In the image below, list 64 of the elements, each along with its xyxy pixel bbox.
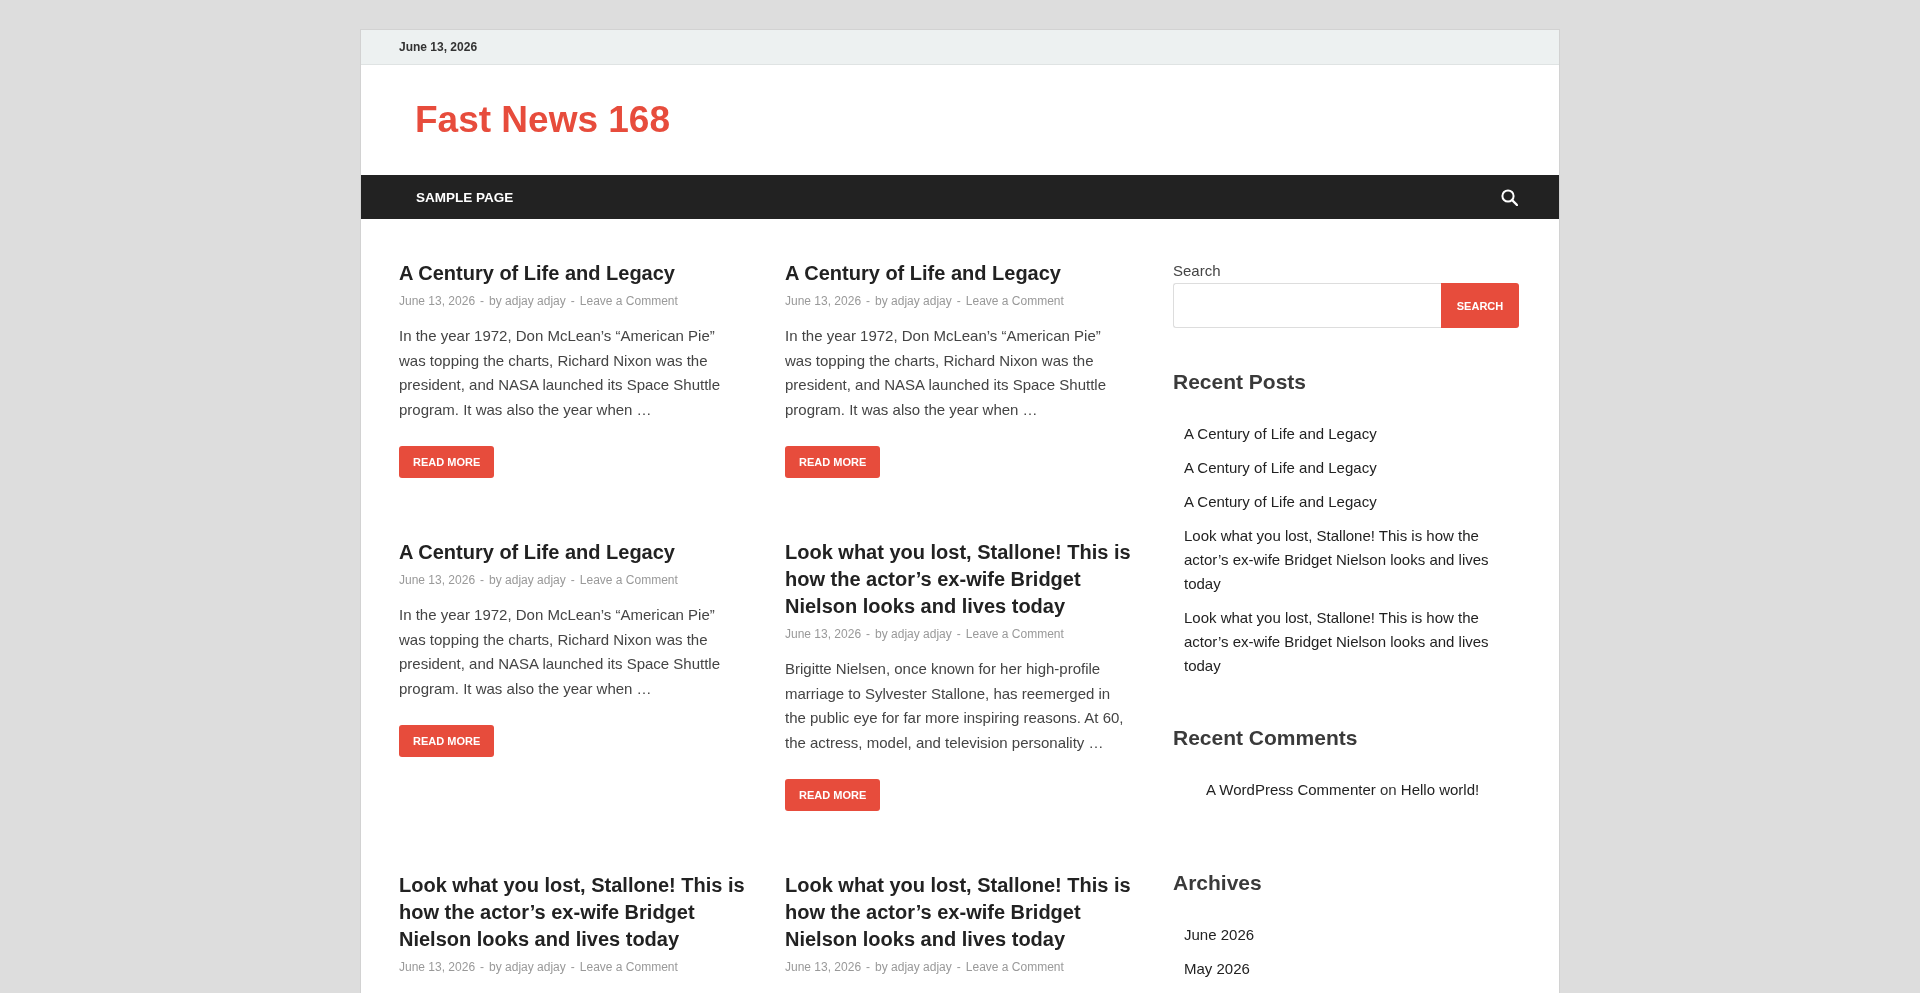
read-more-button[interactable]: READ MORE (399, 446, 495, 478)
recent-post-link[interactable]: A Century of Life and Legacy (1184, 490, 1519, 514)
post-excerpt: In the year 1972, Don McLean’s “American Pie” was topping the charts, Richard Nixon was the president, and NASA launched its Space Shuttle program. It was also the year when … (785, 326, 1108, 420)
post-author-link[interactable]: by adjay adjay (489, 960, 566, 974)
meta-separator: - (956, 627, 961, 641)
archive-link[interactable]: June 2026 (1184, 923, 1519, 947)
meta-separator: - (866, 294, 871, 308)
meta-separator: - (570, 573, 575, 587)
post-title-link[interactable]: A Century of Life and Legacy (399, 539, 675, 566)
comments-link[interactable]: Leave a Comment (965, 627, 1064, 641)
post-excerpt: Brigitte Nielsen, once known for her high-profile marriage to Sylvester Stallone, has reemerged in the public eye for far more inspiring reasons. At 60, the actress, model, and television personality … (785, 659, 1125, 753)
meta-separator: - (956, 960, 961, 974)
read-more-button[interactable]: READ MORE (399, 725, 495, 757)
site-title-link[interactable]: Fast News 168 (415, 98, 671, 142)
meta-separator: - (480, 294, 485, 308)
meta-separator: - (480, 573, 485, 587)
post-author-link[interactable]: by adjay adjay (489, 294, 566, 308)
comments-link[interactable]: Leave a Comment (965, 960, 1064, 974)
post-author-link[interactable]: by adjay adjay (875, 627, 952, 641)
widget-heading: Archives (1173, 870, 1263, 896)
archive-link[interactable]: May 2026 (1184, 957, 1519, 981)
comments-link[interactable]: Leave a Comment (579, 573, 678, 587)
post-date-link[interactable]: June 13, 2026 (785, 960, 862, 974)
post-date-link[interactable]: June 13, 2026 (785, 294, 862, 308)
top-bar-date: June 13, 2026 (399, 40, 478, 54)
nav-menu-link[interactable]: SAMPLE PAGE (416, 190, 514, 205)
comments-link[interactable]: Leave a Comment (579, 294, 678, 308)
read-more-button[interactable]: READ MORE (785, 779, 881, 811)
post-author-link[interactable]: by adjay adjay (875, 294, 952, 308)
search-label: Search (1173, 261, 1222, 281)
comments-link[interactable]: Leave a Comment (579, 960, 678, 974)
post-date-link[interactable]: June 13, 2026 (399, 960, 476, 974)
comment-author-link[interactable]: A WordPress Commenter (1206, 781, 1376, 798)
meta-separator: - (570, 960, 575, 974)
recent-post-link[interactable]: A Century of Life and Legacy (1184, 422, 1519, 446)
post-author-link[interactable]: by adjay adjay (875, 960, 952, 974)
post-title-link[interactable]: A Century of Life and Legacy (785, 260, 1061, 287)
post-date-link[interactable]: June 13, 2026 (399, 573, 476, 587)
recent-post-link[interactable]: Look what you lost, Stallone! This is how the actor’s ex-wife Bridget Nielson looks and lives today (1184, 524, 1519, 596)
recent-comment: A WordPress Commenter on Hello world! (1206, 780, 1481, 800)
search-field[interactable] (1173, 283, 1441, 328)
meta-separator: - (866, 627, 871, 641)
post-excerpt: In the year 1972, Don McLean’s “American Pie” was topping the charts, Richard Nixon was the president, and NASA launched its Space Shuttle program. It was also the year when … (399, 605, 722, 699)
recent-post-link[interactable]: Look what you lost, Stallone! This is how the actor’s ex-wife Bridget Nielson looks and lives today (1184, 606, 1519, 678)
meta-separator: - (956, 294, 961, 308)
post-date-link[interactable]: June 13, 2026 (399, 294, 476, 308)
read-more-button[interactable]: READ MORE (785, 446, 881, 478)
post-title-link[interactable]: Look what you lost, Stallone! This is how the actor’s ex-wife Bridget Nielson looks and lives today (785, 872, 1139, 953)
widget-heading: Recent Posts (1173, 369, 1308, 395)
post-title-link[interactable]: Look what you lost, Stallone! This is how the actor’s ex-wife Bridget Nielson looks and lives today (399, 872, 753, 953)
meta-separator: - (866, 960, 871, 974)
search-button[interactable]: SEARCH (1441, 283, 1519, 328)
meta-separator: - (570, 294, 575, 308)
post-title-link[interactable]: Look what you lost, Stallone! This is how the actor’s ex-wife Bridget Nielson looks and lives today (785, 539, 1139, 620)
post-date-link[interactable]: June 13, 2026 (785, 627, 862, 641)
comments-link[interactable]: Leave a Comment (965, 294, 1064, 308)
comment-post-link[interactable]: Hello world! (1400, 781, 1480, 798)
post-excerpt: In the year 1972, Don McLean’s “American Pie” was topping the charts, Richard Nixon was the president, and NASA launched its Space Shuttle program. It was also the year when … (399, 326, 722, 420)
meta-separator: - (480, 960, 485, 974)
post-author-link[interactable]: by adjay adjay (489, 573, 566, 587)
widget-heading: Recent Comments (1173, 725, 1359, 751)
recent-post-link[interactable]: A Century of Life and Legacy (1184, 456, 1519, 480)
post-title-link[interactable]: A Century of Life and Legacy (399, 260, 675, 287)
search-icon[interactable] (1501, 188, 1518, 206)
